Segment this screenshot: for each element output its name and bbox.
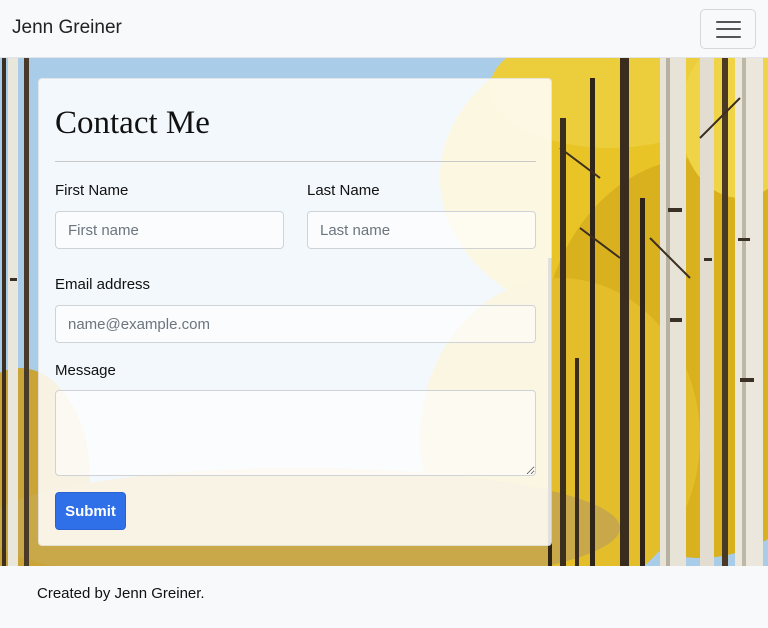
brand-link[interactable]: Jenn Greiner xyxy=(12,17,122,39)
hero-background: Contact Me First Name Last Name Email ad… xyxy=(0,58,768,566)
first-name-label: First Name xyxy=(55,182,129,199)
message-label: Message xyxy=(55,362,116,379)
navbar-toggler-button[interactable] xyxy=(700,9,756,49)
email-label: Email address xyxy=(55,276,151,293)
message-field[interactable] xyxy=(55,390,536,476)
divider xyxy=(55,161,536,162)
email-field[interactable] xyxy=(55,305,536,343)
navbar: Jenn Greiner xyxy=(0,0,768,58)
last-name-label: Last Name xyxy=(307,182,380,199)
form-title: Contact Me xyxy=(55,105,210,141)
footer-text: Created by Jenn Greiner. xyxy=(37,585,205,602)
submit-button[interactable]: Submit xyxy=(55,492,126,530)
footer: Created by Jenn Greiner. xyxy=(0,566,768,628)
last-name-field[interactable] xyxy=(307,211,536,249)
first-name-field[interactable] xyxy=(55,211,284,249)
contact-form: Contact Me First Name Last Name Email ad… xyxy=(38,78,552,546)
